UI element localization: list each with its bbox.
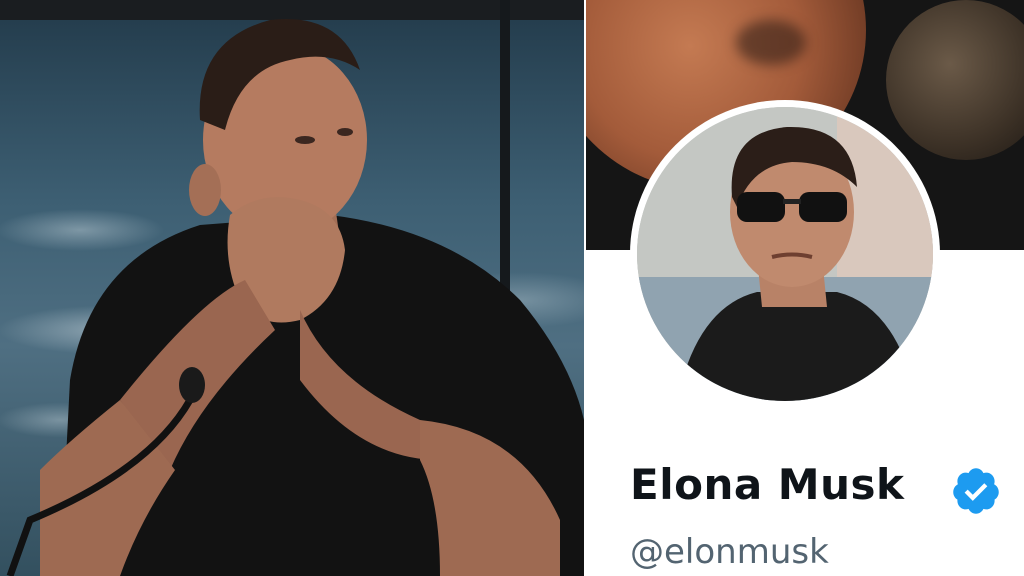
profile-card: Elona Musk @elonmusk — [586, 0, 1024, 576]
avatar[interactable] — [637, 107, 933, 401]
profile-display-name: Elona Musk — [630, 460, 905, 509]
press-photo — [0, 0, 584, 576]
avatar-ring — [630, 100, 940, 408]
verified-badge-icon[interactable] — [950, 465, 1002, 517]
profile-handle: @elonmusk — [630, 532, 829, 572]
moon-image — [886, 0, 1024, 160]
avatar-photo — [637, 107, 933, 401]
mars-dark-region — [736, 20, 806, 65]
microphone-icon — [6, 367, 205, 576]
